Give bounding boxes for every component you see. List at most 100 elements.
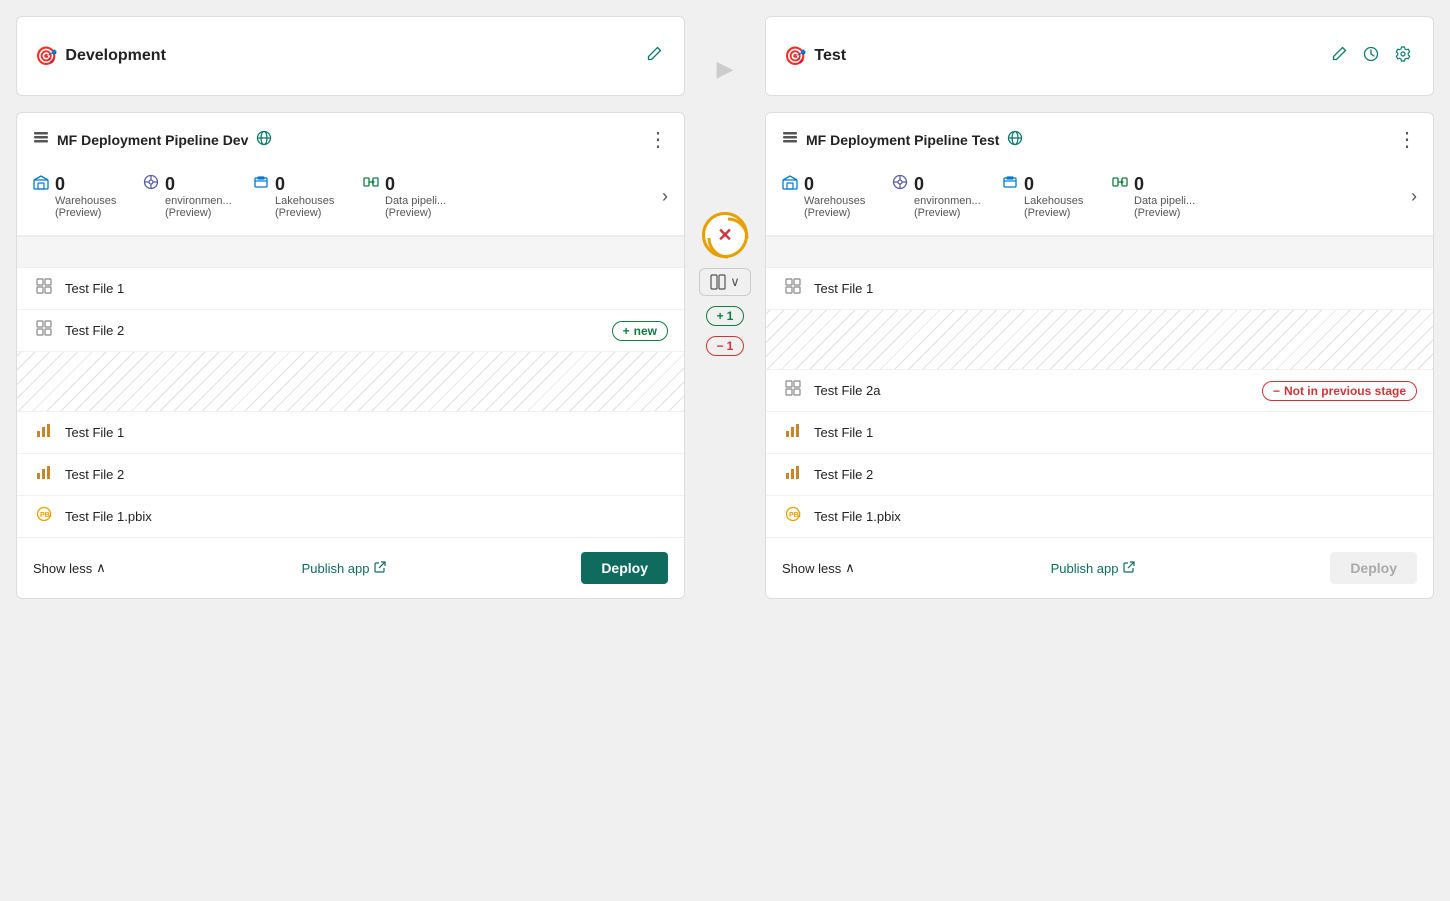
test-pbix-svg-1: PBI [785, 506, 801, 522]
compare-button[interactable]: ∨ [699, 268, 751, 296]
test-not-previous-badge: − Not in previous stage [1262, 381, 1417, 401]
test-pipeline-menu-button[interactable]: ⋮ [1397, 127, 1417, 152]
test-stage-icon: 🎯 [784, 46, 806, 67]
test-warehouse-icon [782, 174, 798, 195]
dev-edit-button[interactable] [642, 44, 666, 69]
test-stage-header-left: 🎯 Test [784, 46, 846, 67]
dp-svg [363, 174, 379, 190]
dev-new-badge: + new [612, 321, 668, 341]
dev-stage-header: 🎯 Development [16, 16, 685, 96]
test-chevron-up-icon: ∧ [845, 560, 855, 576]
dev-file-list: Test File 1 Test File 2 + [17, 268, 684, 537]
test-stat-pipelines: 0 Data pipeli... (Preview) [1112, 174, 1222, 219]
compare-icon [710, 274, 726, 290]
middle-connector: ▶ ✕ ∨ + 1 [685, 16, 765, 356]
dev-stat-pipelines: 0 Data pipeli... (Preview) [363, 174, 473, 219]
sync-status-icon: ✕ [702, 212, 748, 258]
test-grid-svg-1 [785, 278, 801, 294]
test-publish-app-link[interactable]: Publish app [1051, 561, 1135, 576]
test-warehouses-label: Warehouses [804, 195, 865, 207]
bar-svg-2 [36, 464, 52, 480]
diff-plus-icon: + [717, 309, 724, 323]
test-history-button[interactable] [1359, 44, 1383, 69]
test-settings-button[interactable] [1391, 44, 1415, 69]
test-stat-warehouses-count: 0 [782, 174, 814, 195]
dev-stat-env-count: 0 [143, 174, 175, 195]
env-icon [143, 174, 159, 195]
diff-remove-count: 1 [727, 339, 734, 353]
test-deploy-label: Deploy [1350, 560, 1397, 576]
dev-pipeline-icon [33, 129, 49, 150]
dev-lakehouses-sublabel: (Preview) [275, 207, 321, 219]
dev-env-sublabel: (Preview) [165, 207, 211, 219]
dev-section-band [17, 236, 684, 268]
not-prev-minus-icon: − [1273, 384, 1280, 398]
test-file-item-3: Test File 1 [766, 412, 1433, 454]
dev-lakehouses-count: 0 [275, 174, 285, 195]
dev-publish-app-label: Publish app [302, 561, 370, 576]
dev-env-label: environmen... [165, 195, 232, 207]
dev-deploy-button[interactable]: Deploy [581, 552, 668, 584]
test-env-sublabel: (Preview) [914, 207, 960, 219]
sync-ring-svg [705, 215, 751, 261]
dev-warehouses-sublabel: (Preview) [55, 207, 101, 219]
test-external-link-icon [1123, 561, 1135, 576]
test-file-name-3: Test File 1 [814, 425, 1417, 440]
test-pipeline-svg [782, 129, 798, 145]
dev-network-svg [256, 130, 272, 146]
test-stat-warehouses: 0 Warehouses (Preview) [782, 174, 892, 219]
dev-show-less-button[interactable]: Show less ∧ [33, 560, 106, 576]
bar-svg-1 [36, 422, 52, 438]
test-warehouse-svg [782, 174, 798, 190]
test-deploy-button[interactable]: Deploy [1330, 552, 1417, 584]
test-show-less-label: Show less [782, 561, 841, 576]
test-network-icon [1007, 130, 1023, 149]
test-hatched-area [766, 310, 1433, 370]
test-file-name-4: Test File 2 [814, 467, 1417, 482]
test-pbix-icon-1: PBI [782, 506, 804, 527]
dev-file-name-4: Test File 2 [65, 467, 668, 482]
dev-file-item-4: Test File 2 [17, 454, 684, 496]
datapipeline-icon [363, 174, 379, 195]
test-stat-env-count: 0 [892, 174, 924, 195]
test-show-less-button[interactable]: Show less ∧ [782, 560, 855, 576]
test-dp-svg [1112, 174, 1128, 190]
env-svg [143, 174, 159, 190]
test-lakehouses-sublabel: (Preview) [1024, 207, 1070, 219]
dev-file-name-3: Test File 1 [65, 425, 668, 440]
test-datapipeline-icon [1112, 174, 1128, 195]
test-env-label: environmen... [914, 195, 981, 207]
test-bar-icon-1 [782, 422, 804, 443]
test-section-band [766, 236, 1433, 268]
warehouse-icon [33, 174, 49, 195]
plus-icon: + [623, 324, 630, 338]
dev-network-icon [256, 130, 272, 149]
bar-icon-2 [33, 464, 55, 485]
test-edit-button[interactable] [1327, 44, 1351, 69]
test-file-item-1: Test File 1 [766, 268, 1433, 310]
test-warehouses-count: 0 [804, 174, 814, 195]
test-card-footer: Show less ∧ Publish app Deploy [766, 537, 1433, 598]
diff-add-badge: + 1 [706, 306, 745, 326]
test-lakehouses-label: Lakehouses [1024, 195, 1083, 207]
test-stage-title: Test [814, 47, 846, 65]
warehouse-svg [33, 174, 49, 190]
grid-svg-1 [36, 278, 52, 294]
test-env-svg [892, 174, 908, 190]
dev-publish-app-link[interactable]: Publish app [302, 561, 386, 576]
right-arrow-icon: ▶ [717, 56, 734, 82]
svg-text:PBI: PBI [789, 512, 801, 519]
compare-chevron: ∨ [730, 274, 740, 290]
dev-stage-title: Development [65, 47, 165, 65]
test-warehouses-sublabel: (Preview) [804, 207, 850, 219]
diff-add-count: 1 [727, 309, 734, 323]
dev-warehouses-count: 0 [55, 174, 65, 195]
test-stats-arrow[interactable]: › [1411, 186, 1417, 207]
test-stage-header: 🎯 Test [765, 16, 1434, 96]
dev-new-badge-label: new [634, 324, 657, 338]
test-bar-svg-2 [785, 464, 801, 480]
grid-icon-1 [33, 278, 55, 299]
test-history-icon [1363, 46, 1379, 62]
dev-stats-arrow[interactable]: › [662, 186, 668, 207]
dev-pipeline-menu-button[interactable]: ⋮ [648, 127, 668, 152]
